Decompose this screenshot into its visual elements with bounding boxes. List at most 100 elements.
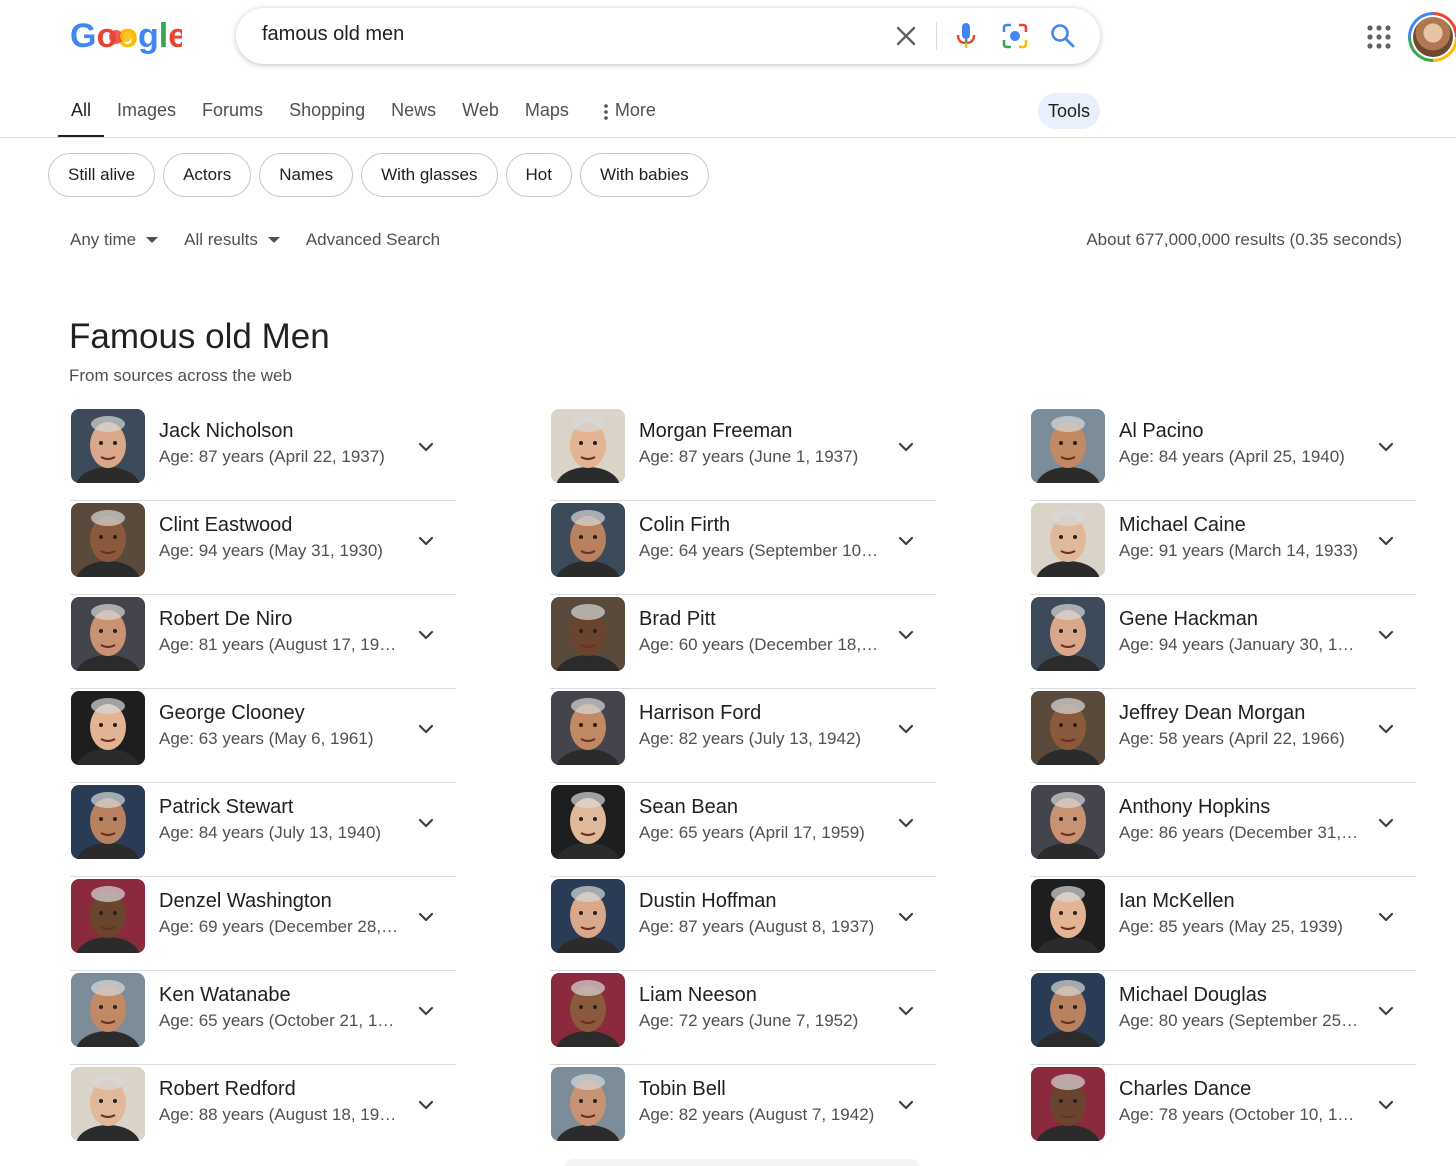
expand-chevron-icon[interactable] <box>1374 905 1398 929</box>
expand-chevron-icon[interactable] <box>894 623 918 647</box>
person-photo[interactable] <box>71 785 145 859</box>
person-name[interactable]: Brad Pitt <box>639 608 716 631</box>
chip-with-glasses[interactable]: With glasses <box>361 153 498 197</box>
all-results-dropdown[interactable]: All results <box>184 230 280 250</box>
person-name[interactable]: Anthony Hopkins <box>1119 796 1270 819</box>
search-input[interactable]: famous old men <box>262 23 404 46</box>
expand-chevron-icon[interactable] <box>414 435 438 459</box>
tab-news[interactable]: News <box>378 88 449 138</box>
person-name[interactable]: Denzel Washington <box>159 890 332 913</box>
person-name[interactable]: Michael Caine <box>1119 514 1246 537</box>
person-row[interactable]: Charles Dance Age: 78 years (October 10, … <box>1030 1065 1416 1159</box>
clear-icon[interactable] <box>890 20 922 52</box>
person-name[interactable]: Clint Eastwood <box>159 514 292 537</box>
person-name[interactable]: Liam Neeson <box>639 984 757 1007</box>
expand-chevron-icon[interactable] <box>414 623 438 647</box>
tab-more[interactable]: More <box>590 88 669 138</box>
person-row[interactable]: Al Pacino Age: 84 years (April 25, 1940) <box>1030 407 1416 501</box>
chip-names[interactable]: Names <box>259 153 354 197</box>
person-row[interactable]: Denzel Washington Age: 69 years (December… <box>70 877 456 971</box>
expand-chevron-icon[interactable] <box>1374 717 1398 741</box>
person-photo[interactable] <box>1031 879 1105 953</box>
person-name[interactable]: Ken Watanabe <box>159 984 291 1007</box>
person-photo[interactable] <box>551 973 625 1047</box>
tab-forums[interactable]: Forums <box>189 88 276 138</box>
person-name[interactable]: Ian McKellen <box>1119 890 1235 913</box>
person-photo[interactable] <box>551 503 625 577</box>
person-row[interactable]: Michael Douglas Age: 80 years (September … <box>1030 971 1416 1065</box>
person-photo[interactable] <box>1031 691 1105 765</box>
person-name[interactable]: Patrick Stewart <box>159 796 293 819</box>
tab-maps[interactable]: Maps <box>512 88 582 138</box>
expand-chevron-icon[interactable] <box>414 905 438 929</box>
person-row[interactable]: Jack Nicholson Age: 87 years (April 22, 1… <box>70 407 456 501</box>
person-photo[interactable] <box>1031 503 1105 577</box>
person-row[interactable]: Harrison Ford Age: 82 years (July 13, 194… <box>550 689 936 783</box>
person-photo[interactable] <box>1031 409 1105 483</box>
search-icon[interactable] <box>1047 20 1079 52</box>
tab-images[interactable]: Images <box>104 88 189 138</box>
camera-lens-icon[interactable] <box>999 20 1031 52</box>
expand-chevron-icon[interactable] <box>414 1093 438 1117</box>
person-row[interactable]: Gene Hackman Age: 94 years (January 30, 1… <box>1030 595 1416 689</box>
person-photo[interactable] <box>71 691 145 765</box>
person-photo[interactable] <box>551 597 625 671</box>
person-photo[interactable] <box>71 597 145 671</box>
person-row[interactable]: Ken Watanabe Age: 65 years (October 21, 1… <box>70 971 456 1065</box>
expand-chevron-icon[interactable] <box>894 529 918 553</box>
person-row[interactable]: Anthony Hopkins Age: 86 years (December 3… <box>1030 783 1416 877</box>
tab-all[interactable]: All <box>58 88 105 138</box>
person-photo[interactable] <box>71 973 145 1047</box>
expand-chevron-icon[interactable] <box>894 1093 918 1117</box>
chip-actors[interactable]: Actors <box>163 153 252 197</box>
apps-grid-icon[interactable] <box>1364 22 1394 52</box>
person-name[interactable]: Colin Firth <box>639 514 730 537</box>
expand-chevron-icon[interactable] <box>1374 1093 1398 1117</box>
expand-chevron-icon[interactable] <box>1374 999 1398 1023</box>
expand-chevron-icon[interactable] <box>1374 529 1398 553</box>
person-row[interactable]: Tobin Bell Age: 82 years (August 7, 1942) <box>550 1065 936 1159</box>
expand-chevron-icon[interactable] <box>1374 623 1398 647</box>
person-name[interactable]: Sean Bean <box>639 796 738 819</box>
person-photo[interactable] <box>551 785 625 859</box>
person-photo[interactable] <box>1031 1067 1105 1141</box>
person-name[interactable]: Jeffrey Dean Morgan <box>1119 702 1305 725</box>
chip-still-alive[interactable]: Still alive <box>48 153 156 197</box>
person-row[interactable]: Brad Pitt Age: 60 years (December 18, 196… <box>550 595 936 689</box>
any-time-dropdown[interactable]: Any time <box>70 230 159 250</box>
expand-chevron-icon[interactable] <box>894 435 918 459</box>
expand-chevron-icon[interactable] <box>414 999 438 1023</box>
chip-with-babies[interactable]: With babies <box>579 153 709 197</box>
person-row[interactable]: Ian McKellen Age: 85 years (May 25, 1939) <box>1030 877 1416 971</box>
person-row[interactable]: Morgan Freeman Age: 87 years (June 1, 193… <box>550 407 936 501</box>
person-row[interactable]: Patrick Stewart Age: 84 years (July 13, 1… <box>70 783 456 877</box>
person-photo[interactable] <box>71 1067 145 1141</box>
expand-chevron-icon[interactable] <box>894 811 918 835</box>
person-row[interactable]: Clint Eastwood Age: 94 years (May 31, 193… <box>70 501 456 595</box>
expand-chevron-icon[interactable] <box>1374 435 1398 459</box>
person-name[interactable]: Robert Redford <box>159 1078 296 1101</box>
microphone-icon[interactable] <box>950 20 982 52</box>
expand-chevron-icon[interactable] <box>414 717 438 741</box>
expand-chevron-icon[interactable] <box>894 717 918 741</box>
tools-button[interactable]: Tools <box>1038 93 1100 129</box>
person-name[interactable]: Morgan Freeman <box>639 420 792 443</box>
person-photo[interactable] <box>551 879 625 953</box>
person-name[interactable]: Tobin Bell <box>639 1078 726 1101</box>
expand-chevron-icon[interactable] <box>414 529 438 553</box>
avatar[interactable] <box>1408 12 1456 62</box>
person-name[interactable]: Harrison Ford <box>639 702 761 725</box>
person-name[interactable]: Jack Nicholson <box>159 420 294 443</box>
person-row[interactable]: Jeffrey Dean Morgan Age: 58 years (April … <box>1030 689 1416 783</box>
person-name[interactable]: Charles Dance <box>1119 1078 1251 1101</box>
person-row[interactable]: Michael Caine Age: 91 years (March 14, 19… <box>1030 501 1416 595</box>
person-photo[interactable] <box>71 409 145 483</box>
person-photo[interactable] <box>1031 597 1105 671</box>
person-photo[interactable] <box>1031 973 1105 1047</box>
advanced-search-link[interactable]: Advanced Search <box>306 230 440 250</box>
tab-shopping[interactable]: Shopping <box>276 88 378 138</box>
person-photo[interactable] <box>551 1067 625 1141</box>
person-row[interactable]: Colin Firth Age: 64 years (September 10, … <box>550 501 936 595</box>
tab-web[interactable]: Web <box>449 88 512 138</box>
chip-hot[interactable]: Hot <box>505 153 572 197</box>
